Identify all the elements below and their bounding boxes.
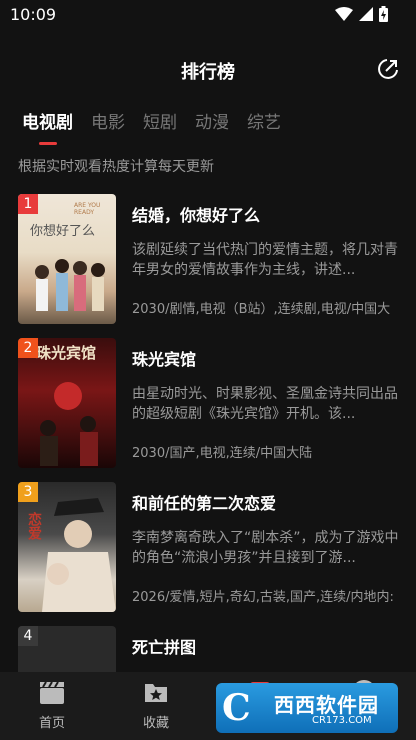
tab-tv[interactable]: 电视剧 [22, 108, 73, 145]
ranking-list: 你想好了么 ARE YOU READY 1 结婚，你想好了么 该剧延续了当代热门… [18, 194, 408, 740]
poster-image: 恋爱 3 [18, 482, 116, 612]
item-description: 该剧延续了当代热门的爱情主题，将几对青年男女的爱情故事作为主线，讲述... [132, 242, 398, 278]
share-icon[interactable] [376, 57, 400, 81]
item-meta: 2030/剧情,电视（B站）,连续剧,电视/中国大 [132, 302, 391, 317]
item-title[interactable]: 和前任的第二次恋爱 [132, 490, 276, 514]
battery-icon [379, 6, 388, 22]
poster-title: 珠光宾馆 [36, 344, 97, 362]
poster-image: 珠光宾馆 2 [18, 338, 116, 468]
rank-badge: 2 [18, 338, 38, 358]
watermark-c-logo-icon: C [222, 687, 251, 729]
nav-favorites-label: 收藏 [142, 716, 169, 731]
nav-home[interactable]: 首页 [12, 678, 92, 731]
poster-title: 你想好了么 [30, 224, 96, 239]
rank-badge: 1 [18, 194, 38, 214]
poster-image: 你想好了么 ARE YOU READY 1 [18, 194, 116, 324]
item-meta: 2030/国产,电视,连续/中国大陆 [132, 446, 313, 461]
status-icons [335, 6, 388, 22]
header-bar: 排行榜 [0, 52, 416, 88]
nav-favorites[interactable]: 收藏 [116, 678, 196, 731]
watermark-text: 西西软件园 [274, 693, 379, 717]
tab-variety[interactable]: 综艺 [247, 108, 281, 145]
category-tabs: 电视剧 电影 短剧 动漫 综艺 [22, 108, 281, 145]
page-title: 排行榜 [181, 62, 235, 83]
tab-anime[interactable]: 动漫 [195, 108, 229, 145]
signal-icon [359, 7, 373, 21]
watermark-subtext: CR173.COM [312, 715, 372, 726]
tab-short[interactable]: 短剧 [143, 108, 177, 145]
status-bar: 10:09 [0, 0, 416, 30]
item-description: 李南梦离奇跌入了“剧本杀”，成为了游戏中的角色“流浪小男孩”并且接到了游... [132, 530, 399, 566]
poster-tag: ARE YOU READY [74, 202, 101, 216]
tab-movie[interactable]: 电影 [91, 108, 125, 145]
list-item[interactable]: 珠光宾馆 2 珠光宾馆 由星动时光、时果影视、圣凰金诗共同出品的超级短剧《珠光宾… [18, 338, 408, 482]
clapper-icon [40, 681, 64, 704]
rank-badge: 3 [18, 482, 38, 502]
watermark-logo: C 西西软件园 CR173.COM [216, 683, 398, 733]
item-title[interactable]: 结婚，你想好了么 [132, 202, 260, 226]
item-title[interactable]: 珠光宾馆 [132, 346, 196, 370]
list-item[interactable]: 恋爱 3 和前任的第二次恋爱 李南梦离奇跌入了“剧本杀”，成为了游戏中的角色“流… [18, 482, 408, 626]
item-title[interactable]: 死亡拼图 [132, 634, 196, 658]
rank-badge: 4 [18, 626, 38, 646]
item-description: 由星动时光、时果影视、圣凰金诗共同出品的超级短剧《珠光宾馆》开机。该... [132, 386, 398, 422]
wifi-icon [335, 7, 353, 21]
ranking-subtitle: 根据实时观看热度计算每天更新 [18, 159, 214, 175]
poster-title: 恋爱 [26, 512, 42, 540]
nav-home-label: 首页 [38, 716, 65, 731]
status-time: 10:09 [10, 5, 57, 24]
item-meta: 2026/爱情,短片,奇幻,古装,国产,连续/内地内: [132, 590, 394, 605]
star-folder-icon [145, 684, 167, 702]
list-item[interactable]: 你想好了么 ARE YOU READY 1 结婚，你想好了么 该剧延续了当代热门… [18, 194, 408, 338]
